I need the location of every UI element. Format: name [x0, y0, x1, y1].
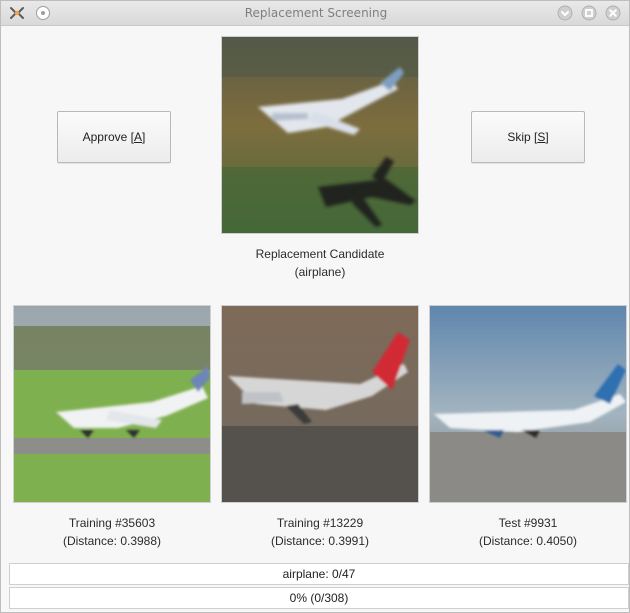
overall-progress-bar: 0% (0/308): [9, 587, 629, 609]
class-progress-text: airplane: 0/47: [282, 567, 356, 581]
app-window: Replacement Screening Approve [A] Skip…: [0, 0, 630, 613]
overall-progress-text: 0% (0/308): [289, 591, 349, 605]
main-content: Approve [A] Skip [S] Replacement Candida…: [1, 26, 629, 612]
approve-button-label-suffix: ]: [142, 130, 146, 144]
neighbor-caption-3: Test #9931 (Distance: 0.4050): [429, 514, 627, 550]
candidate-image: [221, 36, 419, 234]
minimize-icon[interactable]: [557, 5, 573, 21]
neighbor-image-2: [221, 305, 419, 503]
skip-button-label-suffix: ]: [545, 130, 549, 144]
window-title: Replacement Screening: [244, 6, 388, 20]
skip-button-label-prefix: Skip [: [507, 130, 538, 144]
neighbor-distance: (Distance: 0.3988): [62, 534, 162, 548]
candidate-caption: Replacement Candidate (airplane): [221, 245, 419, 281]
title-bar[interactable]: Replacement Screening: [1, 1, 629, 26]
candidate-class: (airplane): [294, 265, 346, 279]
approve-button[interactable]: Approve [A]: [57, 111, 171, 163]
neighbor-title: Training #35603: [68, 516, 156, 530]
class-progress-bar: airplane: 0/47: [9, 563, 629, 585]
neighbor-image-3: [429, 305, 627, 503]
neighbor-title: Training #13229: [276, 516, 364, 530]
approve-button-shortcut-key: A: [134, 130, 143, 144]
neighbor-title: Test #9931: [498, 516, 558, 530]
neighbor-image-1: [13, 305, 211, 503]
approve-button-label-prefix: Approve [: [82, 130, 134, 144]
neighbor-distance: (Distance: 0.3991): [270, 534, 370, 548]
neighbor-caption-1: Training #35603 (Distance: 0.3988): [13, 514, 211, 550]
close-icon[interactable]: [605, 5, 621, 21]
maximize-icon[interactable]: [581, 5, 597, 21]
title-bar-right-controls: [557, 5, 621, 21]
candidate-title: Replacement Candidate: [255, 247, 385, 261]
neighbor-distance: (Distance: 0.4050): [478, 534, 578, 548]
skip-button-shortcut-key: S: [537, 130, 546, 144]
neighbor-caption-2: Training #13229 (Distance: 0.3991): [221, 514, 419, 550]
skip-button[interactable]: Skip [S]: [471, 111, 585, 163]
